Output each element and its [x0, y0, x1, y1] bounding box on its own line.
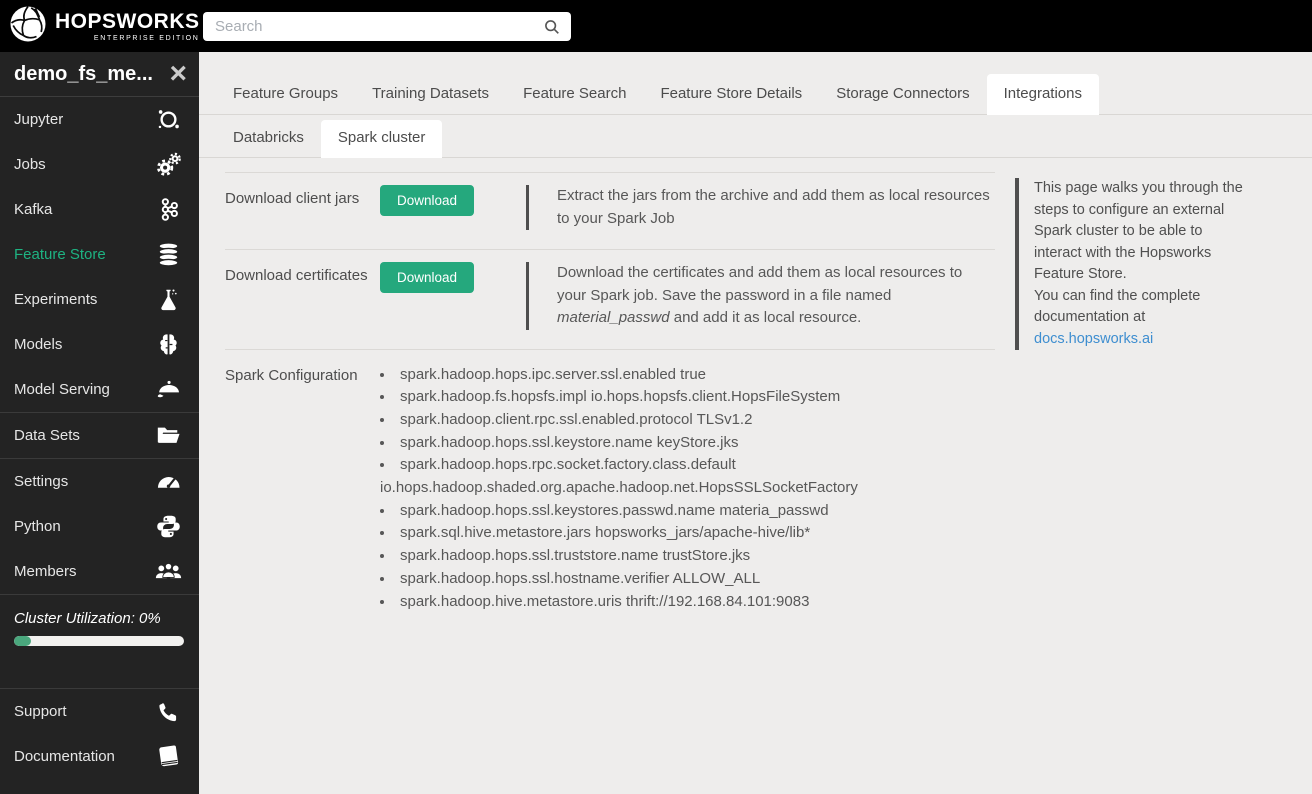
material-passwd-filename: material_passwd: [557, 309, 670, 326]
database-icon: [152, 241, 184, 268]
cluster-utilization: Cluster Utilization: 0%: [0, 595, 199, 688]
main-panel: Feature Groups Training Datasets Feature…: [199, 52, 1312, 794]
sidebar-item-members[interactable]: Members: [0, 549, 199, 594]
close-icon[interactable]: ×: [169, 61, 187, 87]
spark-config-list: spark.hadoop.hops.ipc.server.ssl.enabled…: [380, 362, 995, 614]
row-label: Download certificates: [225, 262, 380, 330]
brand-edition: ENTERPRISE EDITION: [55, 35, 200, 42]
row-description: Extract the jars from the archive and ad…: [526, 185, 995, 230]
row-label: Spark Configuration: [225, 362, 380, 614]
subtab-databricks[interactable]: Databricks: [216, 120, 321, 158]
search-input[interactable]: [203, 12, 571, 41]
download-certificates-button[interactable]: Download: [380, 262, 474, 293]
config-item: spark.hadoop.hops.ssl.truststore.name tr…: [380, 545, 995, 568]
gears-icon: [152, 151, 184, 178]
sidebar-item-data-sets[interactable]: Data Sets: [0, 413, 199, 458]
sidebar-item-jobs[interactable]: Jobs: [0, 142, 199, 187]
sidebar-item-kafka[interactable]: Kafka: [0, 187, 199, 232]
kafka-icon: [152, 196, 184, 223]
hopsworks-logo: HOPSWORKS ENTERPRISE EDITION: [0, 4, 199, 49]
config-item: spark.hadoop.hops.ssl.keystore.name keyS…: [380, 432, 995, 455]
tab-integrations[interactable]: Integrations: [987, 74, 1099, 115]
config-item: spark.sql.hive.metastore.jars hopsworks_…: [380, 522, 995, 545]
sidebar-item-model-serving[interactable]: Model Serving: [0, 367, 199, 412]
config-item: spark.hadoop.hops.ipc.server.ssl.enabled…: [380, 364, 995, 387]
config-item: spark.hadoop.hops.ssl.keystores.passwd.n…: [380, 500, 995, 523]
sidebar-item-models[interactable]: Models: [0, 322, 199, 367]
sidebar-item-python[interactable]: Python: [0, 504, 199, 549]
cluster-utilization-label: Cluster Utilization: 0%: [14, 610, 185, 627]
info-paragraph: This page walks you through the steps to…: [1034, 178, 1247, 286]
docs-link[interactable]: docs.hopsworks.ai: [1034, 329, 1153, 351]
project-header: demo_fs_me... ×: [0, 52, 199, 97]
row-description: Download the certificates and add them a…: [526, 262, 995, 330]
tab-feature-search[interactable]: Feature Search: [506, 74, 643, 115]
tab-training-datasets[interactable]: Training Datasets: [355, 74, 506, 115]
sidebar-item-settings[interactable]: Settings: [0, 459, 199, 504]
users-icon: [152, 558, 184, 585]
sidebar-item-experiments[interactable]: Experiments: [0, 277, 199, 322]
sidebar-item-jupyter[interactable]: Jupyter: [0, 97, 199, 142]
download-certificates-row: Download certificates Download Download …: [225, 249, 995, 349]
search-icon[interactable]: [543, 18, 561, 41]
brain-icon: [152, 331, 184, 358]
hopsworks-ball-icon: [8, 4, 48, 49]
setup-table: Download client jars Download Extract th…: [225, 172, 995, 794]
integrations-subtabbar: Databricks Spark cluster: [199, 115, 1312, 158]
phone-icon: [152, 700, 184, 724]
project-name: demo_fs_me...: [14, 63, 169, 86]
jupyter-icon: [152, 106, 184, 133]
serving-dish-icon: [152, 376, 184, 403]
config-item: spark.hadoop.hive.metastore.uris thrift:…: [380, 591, 995, 614]
config-item: spark.hadoop.fs.hopsfs.impl io.hops.hops…: [380, 386, 995, 409]
book-icon: [152, 743, 184, 770]
tab-feature-groups[interactable]: Feature Groups: [216, 74, 355, 115]
tab-feature-store-details[interactable]: Feature Store Details: [643, 74, 819, 115]
folder-icon: [152, 422, 184, 449]
info-panel: This page walks you through the steps to…: [1015, 178, 1247, 350]
download-jars-button[interactable]: Download: [380, 185, 474, 216]
config-item: spark.hadoop.hops.rpc.socket.factory.cla…: [380, 454, 995, 499]
sidebar: demo_fs_me... × Jupyter Jobs: [0, 52, 199, 794]
feature-store-tabbar: Feature Groups Training Datasets Feature…: [199, 52, 1312, 115]
topbar: HOPSWORKS ENTERPRISE EDITION: [0, 0, 1312, 52]
python-icon: [152, 513, 184, 540]
subtab-spark-cluster[interactable]: Spark cluster: [321, 120, 443, 158]
download-client-jars-row: Download client jars Download Extract th…: [225, 172, 995, 249]
tab-storage-connectors[interactable]: Storage Connectors: [819, 74, 986, 115]
row-label: Download client jars: [225, 185, 380, 230]
cluster-utilization-fill: [14, 636, 31, 646]
flask-icon: [152, 286, 184, 313]
sidebar-item-feature-store[interactable]: Feature Store: [0, 232, 199, 277]
config-item: spark.hadoop.client.rpc.ssl.enabled.prot…: [380, 409, 995, 432]
cluster-utilization-bar: [14, 636, 184, 646]
brand-name: HOPSWORKS: [55, 11, 200, 32]
sidebar-item-documentation[interactable]: Documentation: [0, 734, 199, 779]
search-box: [203, 12, 571, 41]
spark-configuration-row: Spark Configuration spark.hadoop.hops.ip…: [225, 349, 995, 633]
info-paragraph: You can find the complete documentation …: [1034, 286, 1247, 329]
spark-cluster-content: Download client jars Download Extract th…: [199, 158, 1312, 794]
config-item: spark.hadoop.hops.ssl.hostname.verifier …: [380, 568, 995, 591]
gauge-icon: [152, 468, 184, 495]
sidebar-item-support[interactable]: Support: [0, 689, 199, 734]
